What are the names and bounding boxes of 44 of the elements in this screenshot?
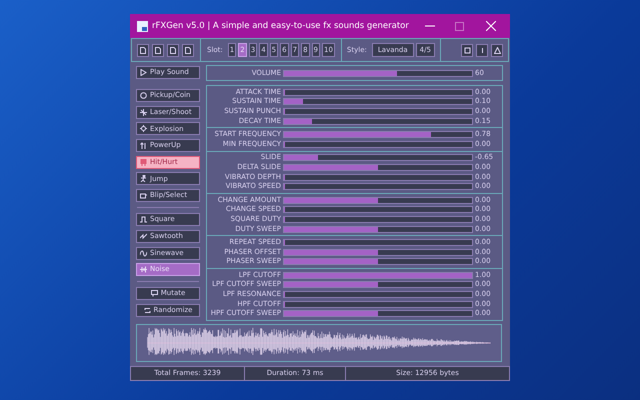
- speech-bubble-icon: [150, 290, 158, 298]
- slider-track[interactable]: [283, 174, 473, 181]
- slider-track[interactable]: [283, 248, 473, 256]
- slider-track[interactable]: [283, 70, 473, 76]
- info-icon[interactable]: [476, 44, 488, 56]
- up-arrow-icon: [140, 142, 147, 150]
- file-export-icon[interactable]: [182, 44, 194, 56]
- slider-track[interactable]: [283, 88, 473, 96]
- slider-track[interactable]: [283, 164, 473, 171]
- app-icon: [137, 20, 148, 32]
- slider-track[interactable]: [283, 300, 473, 308]
- slider-track[interactable]: [283, 291, 473, 298]
- sine-wave-icon: [140, 250, 147, 256]
- close-icon[interactable]: [486, 21, 496, 31]
- slider-track[interactable]: [283, 226, 473, 233]
- warning-icon[interactable]: [491, 44, 503, 56]
- help-icon[interactable]: [461, 44, 473, 56]
- slider-track[interactable]: [283, 206, 473, 214]
- slider-track[interactable]: [283, 140, 473, 148]
- file-save-icon[interactable]: [167, 44, 179, 56]
- slider-track[interactable]: [283, 154, 473, 162]
- slider-track[interactable]: [283, 183, 473, 190]
- slider-track[interactable]: [283, 258, 473, 266]
- burst-icon: [140, 125, 147, 132]
- slider-track[interactable]: [283, 216, 473, 223]
- slider-track[interactable]: [283, 131, 473, 138]
- slider-track[interactable]: [283, 98, 473, 106]
- window-title: rFXGen v5.0 | A simple and easy-to-use fx sounds generator: [152, 20, 409, 32]
- slider-track[interactable]: [283, 196, 473, 204]
- coin-icon: [140, 92, 147, 99]
- slider-track[interactable]: [283, 281, 473, 288]
- cycle-arrows-icon: [144, 306, 151, 314]
- square-wave-icon: [140, 216, 147, 224]
- play-icon: [140, 69, 147, 76]
- slider-track[interactable]: [283, 310, 473, 318]
- noise-wave-icon: [140, 266, 147, 274]
- slider-track[interactable]: [283, 239, 473, 246]
- slider-track[interactable]: [283, 118, 473, 125]
- sawtooth-wave-icon: [140, 232, 147, 240]
- slider-track[interactable]: [283, 108, 473, 115]
- sparkle-icon: [140, 108, 147, 116]
- file-open-icon[interactable]: [152, 44, 164, 56]
- file-plus-icon[interactable]: [137, 44, 149, 56]
- running-figure-icon: [140, 175, 147, 182]
